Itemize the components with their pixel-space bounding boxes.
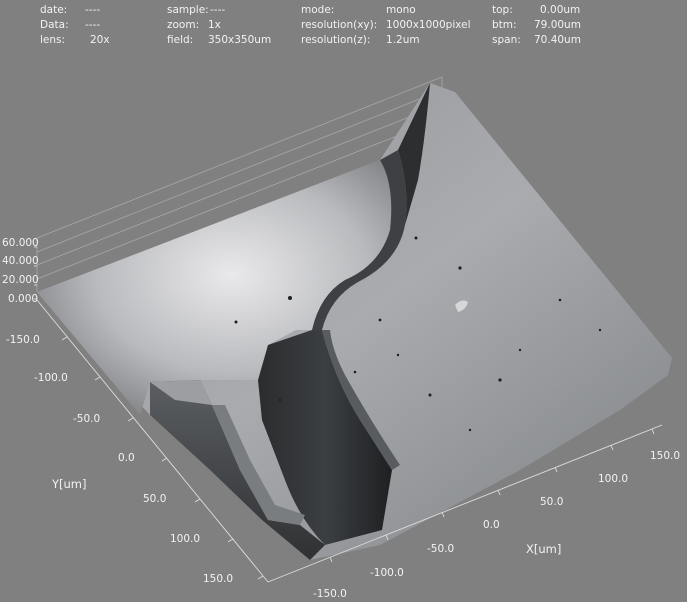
z-tick-label: 20.000 bbox=[2, 274, 39, 286]
x-tick-label: -100.0 bbox=[370, 567, 404, 579]
y-axis-label: Y[um] bbox=[51, 477, 87, 491]
x-tick-label: 100.0 bbox=[598, 473, 628, 485]
z-tick-label: 0.000 bbox=[8, 293, 38, 305]
y-tick-label: 100.0 bbox=[170, 533, 200, 545]
x-tick-label: 50.0 bbox=[540, 496, 563, 508]
y-tick-label: -150.0 bbox=[6, 334, 40, 346]
x-tick-label: -150.0 bbox=[313, 588, 347, 600]
y-tick-label: -50.0 bbox=[73, 413, 100, 425]
z-tick-label: 40.000 bbox=[2, 255, 39, 267]
x-axis-label: X[um] bbox=[526, 542, 561, 556]
surface-3d-view[interactable]: 60.000 40.000 20.000 0.000 -150.0 -100.0… bbox=[0, 0, 687, 602]
y-tick-label: 0.0 bbox=[118, 452, 135, 464]
y-tick-label: 50.0 bbox=[143, 493, 166, 505]
z-tick-label: 60.000 bbox=[2, 237, 39, 249]
x-tick-label: -50.0 bbox=[427, 543, 454, 555]
x-tick-label: 0.0 bbox=[483, 519, 500, 531]
y-tick-label: 150.0 bbox=[203, 573, 233, 585]
y-tick-label: -100.0 bbox=[34, 372, 68, 384]
surface-mesh bbox=[37, 83, 672, 560]
x-tick-label: 150.0 bbox=[650, 450, 680, 462]
